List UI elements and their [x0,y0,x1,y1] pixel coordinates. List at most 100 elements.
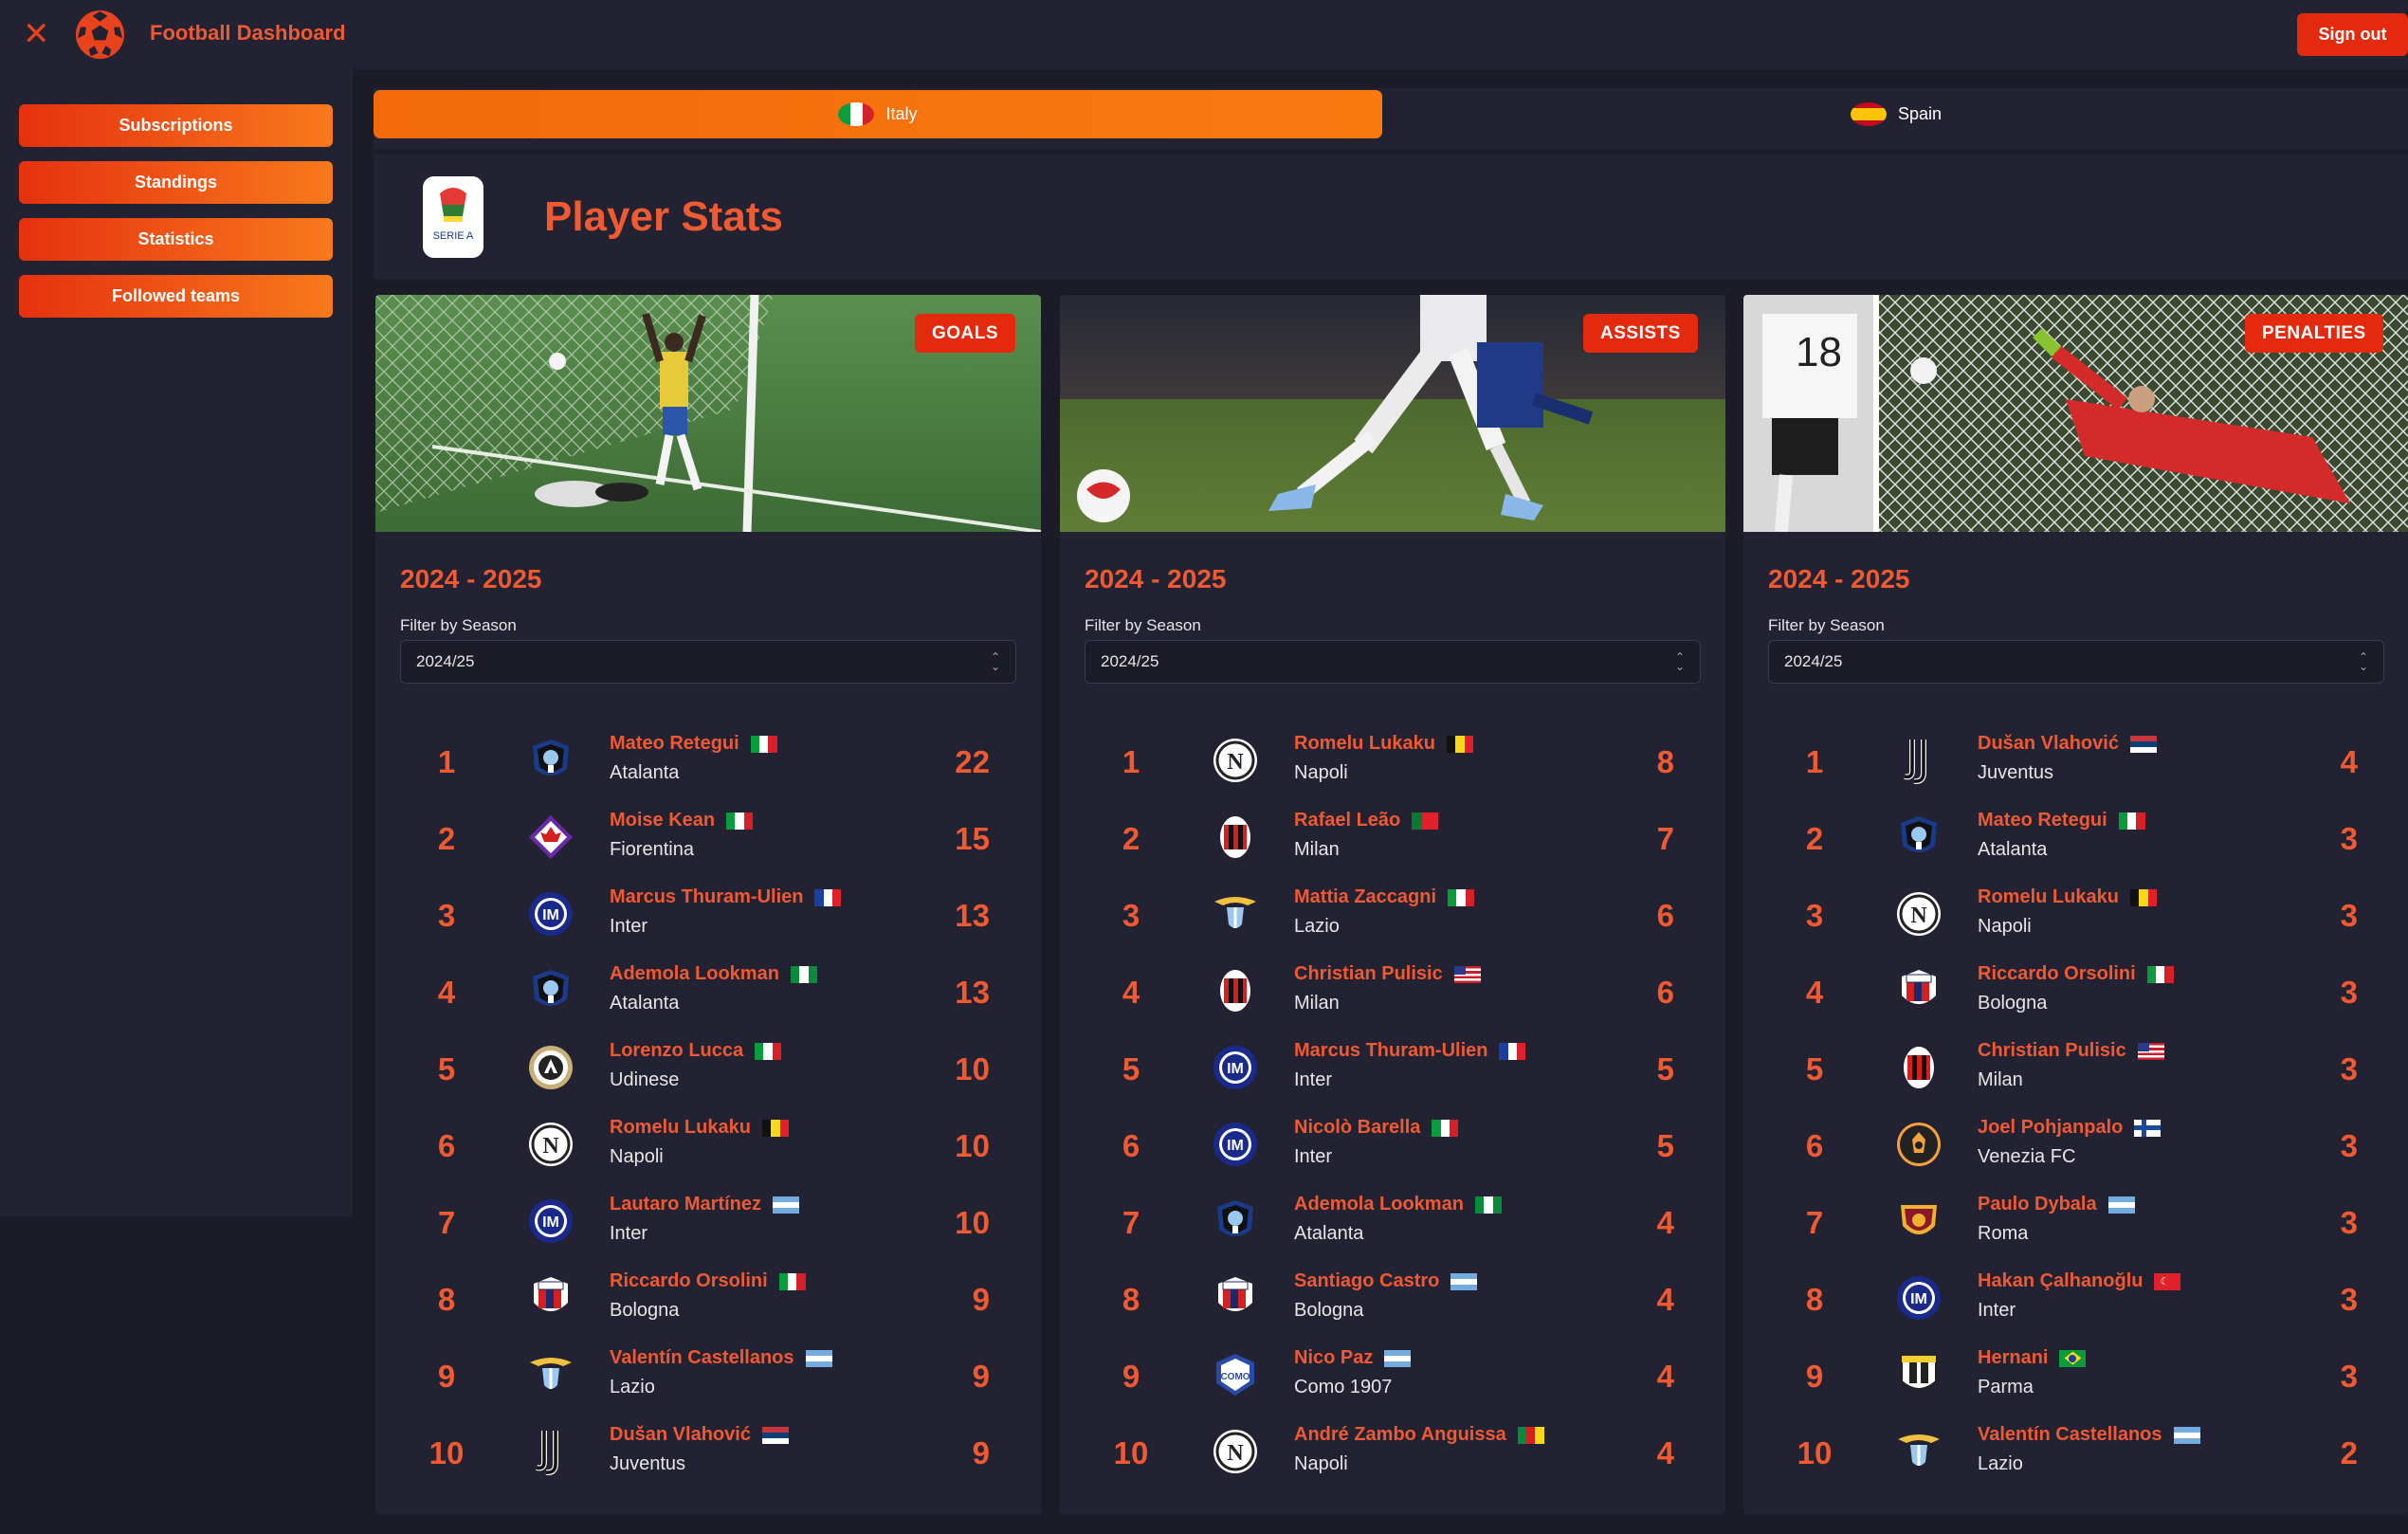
tab-italy[interactable]: Italy [374,90,1382,138]
player-name[interactable]: Santiago Castro [1294,1270,1478,1292]
player-name-text[interactable]: Hakan Çalhanoğlu [1978,1270,2143,1292]
season-select-value: 2024/25 [416,652,475,670]
player-name[interactable]: Valentín Castellanos [1978,1424,2200,1446]
player-name-text[interactable]: Dušan Vlahović [1978,733,2119,755]
player-name[interactable]: Lautaro Martínez [610,1194,800,1215]
belgium-flag-icon [1446,735,1473,753]
bologna-crest-icon [1895,967,1943,1014]
roma-crest-icon [1895,1197,1943,1245]
player-name-text[interactable]: Ademola Lookman [1294,1194,1464,1215]
season-select[interactable]: 2024/25 ⌃ ⌄ [1768,640,2384,684]
player-name[interactable]: Mateo Retegui [1978,810,2145,831]
player-name-text[interactable]: Riccardo Orsolini [1978,963,2136,985]
team-name: Inter [1294,1146,1333,1167]
player-name-text[interactable]: Moise Kean [610,810,715,831]
player-name-text[interactable]: Christian Pulisic [1978,1040,2126,1062]
season-select[interactable]: 2024/25 ⌃ ⌄ [1085,640,1701,684]
player-name[interactable]: Romelu Lukaku [1294,733,1473,755]
player-name-text[interactable]: Romelu Lukaku [1294,733,1435,755]
player-name[interactable]: Romelu Lukaku [1978,886,2157,908]
player-name[interactable]: Hakan Çalhanoğlu ☾ [1978,1270,2181,1292]
player-name-text[interactable]: Mattia Zaccagni [1294,886,1436,908]
player-name-text[interactable]: Lautaro Martínez [610,1194,761,1215]
atalanta-crest-icon [1212,1197,1259,1245]
player-name-text[interactable]: Christian Pulisic [1294,963,1443,985]
player-name-text[interactable]: Riccardo Orsolini [610,1270,768,1292]
player-name[interactable]: Marcus Thuram-Ulien [610,886,842,908]
player-name[interactable]: Riccardo Orsolini [610,1270,806,1292]
player-name[interactable]: Valentín Castellanos [610,1347,832,1369]
player-name[interactable]: Ademola Lookman [610,963,817,985]
rank: 3 [1122,898,1140,933]
team-name: Inter [1294,1069,1333,1090]
player-name[interactable]: Nico Paz [1294,1347,1412,1369]
player-name-text[interactable]: Nicolò Barella [1294,1117,1420,1139]
rank: 10 [1113,1435,1149,1470]
player-name[interactable]: Paulo Dybala [1978,1194,2135,1215]
rank: 1 [1122,744,1140,779]
player-name-text[interactable]: Santiago Castro [1294,1270,1439,1292]
player-name-text[interactable]: Lorenzo Lucca [610,1040,743,1062]
sign-out-button[interactable]: Sign out [2297,13,2408,56]
player-name[interactable]: Lorenzo Lucca [610,1040,782,1062]
player-name-text[interactable]: Rafael Leão [1294,810,1400,831]
sidebar-item-statistics[interactable]: Statistics [19,218,333,261]
player-name-text[interactable]: Ademola Lookman [610,963,779,985]
list-item[interactable]: 10 Dušan Vlahović Juventus 9 [375,1424,1041,1513]
team-name: Atalanta [1294,1223,1364,1244]
player-name[interactable]: Marcus Thuram-Ulien [1294,1040,1526,1062]
svg-text:N: N [1910,904,1927,928]
team-name: Venezia FC [1978,1146,2076,1167]
player-name[interactable]: André Zambo Anguissa [1294,1424,1544,1446]
turkey-flag-icon: ☾ [2154,1272,2181,1290]
player-name-text[interactable]: Marcus Thuram-Ulien [1294,1040,1487,1062]
player-name[interactable]: Nicolò Barella [1294,1117,1459,1139]
player-name-text[interactable]: André Zambo Anguissa [1294,1424,1506,1446]
player-name-text[interactable]: Paulo Dybala [1978,1194,2097,1215]
rank: 4 [437,975,456,1010]
juventus-crest-icon [1895,737,1943,785]
player-name[interactable]: Dušan Vlahović [1978,733,2157,755]
season-select[interactable]: 2024/25 ⌃ ⌄ [400,640,1016,684]
close-icon[interactable]: ✕ [23,18,50,50]
player-name[interactable]: Riccardo Orsolini [1978,963,2174,985]
tab-spain[interactable]: Spain [1392,90,2400,138]
sidebar-item-followed-teams[interactable]: Followed teams [19,275,333,318]
player-name-text[interactable]: Hernani [1978,1347,2048,1369]
player-name-text[interactable]: Valentín Castellanos [1978,1424,2162,1446]
player-name[interactable]: Ademola Lookman [1294,1194,1502,1215]
player-name[interactable]: Romelu Lukaku [610,1117,789,1139]
season-select-value: 2024/25 [1101,652,1159,670]
sidebar-item-subscriptions[interactable]: Subscriptions [19,104,333,147]
list-item[interactable]: 10 N André Zambo Anguissa Napoli 4 [1060,1424,1725,1513]
player-name[interactable]: Rafael Leão [1294,810,1439,831]
player-name[interactable]: Dušan Vlahović [610,1424,789,1446]
player-name-text[interactable]: Romelu Lukaku [1978,886,2119,908]
player-name-text[interactable]: Valentín Castellanos [610,1347,794,1369]
sidebar-item-standings[interactable]: Standings [19,161,333,204]
player-name-text[interactable]: Joel Pohjanpalo [1978,1117,2123,1139]
france-flag-icon [1499,1042,1526,1060]
player-name[interactable]: Mateo Retegui [610,733,777,755]
rank: 7 [437,1205,456,1240]
team-name: Parma [1978,1377,2034,1397]
player-name[interactable]: Mattia Zaccagni [1294,886,1475,908]
italy-flag-icon [2118,812,2145,830]
list-item[interactable]: 10 Valentín Castellanos Lazio 2 [1743,1424,2408,1513]
finland-flag-icon [2134,1119,2162,1137]
player-name-text[interactable]: Marcus Thuram-Ulien [610,886,803,908]
player-name[interactable]: Moise Kean [610,810,754,831]
player-name-text[interactable]: Mateo Retegui [1978,810,2107,831]
player-name-text[interactable]: Romelu Lukaku [610,1117,751,1139]
player-name-text[interactable]: Mateo Retegui [610,733,739,755]
player-name-text[interactable]: Nico Paz [1294,1347,1373,1369]
argentina-flag-icon [2173,1426,2200,1444]
player-name[interactable]: Christian Pulisic [1294,963,1481,985]
player-name[interactable]: Hernani [1978,1347,2087,1369]
player-name-text[interactable]: Dušan Vlahović [610,1424,751,1446]
stat-value: 6 [1656,975,1674,1010]
milan-crest-icon [1895,1044,1943,1091]
country-tabs: Italy Spain [374,88,2408,150]
player-name[interactable]: Joel Pohjanpalo [1978,1117,2162,1139]
player-name[interactable]: Christian Pulisic [1978,1040,2164,1062]
